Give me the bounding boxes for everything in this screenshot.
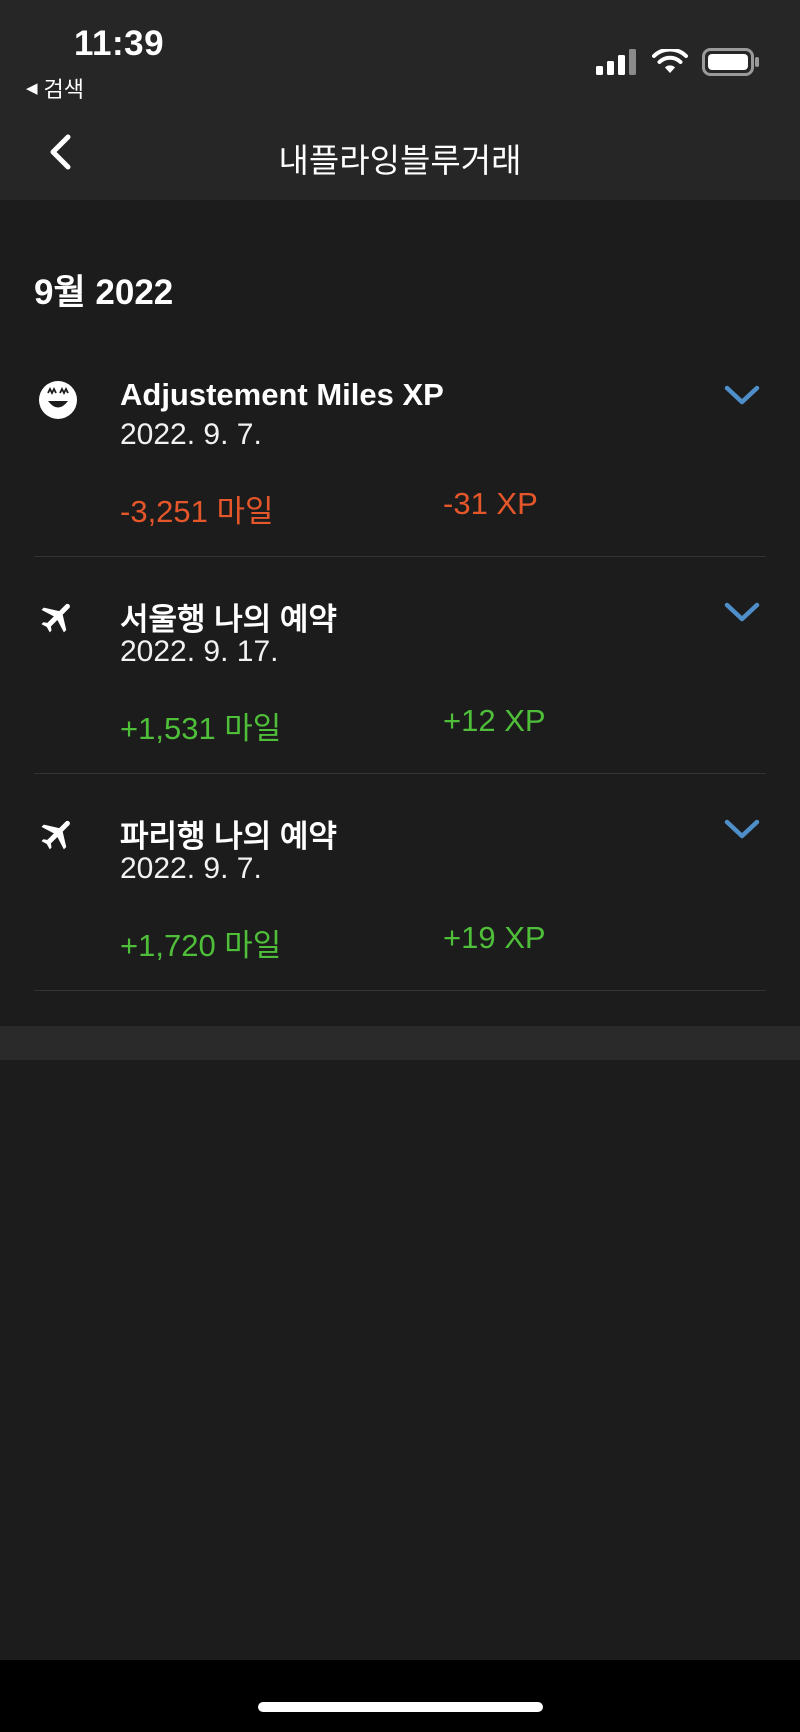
transaction-date: 2022. 9. 7.: [120, 418, 262, 451]
section-divider: [0, 1026, 800, 1060]
transaction-miles: -3,251 마일: [120, 494, 274, 529]
transaction-date: 2022. 9. 17.: [120, 635, 279, 668]
transaction-row[interactable]: 서울행 나의 예약 2022. 9. 17. +1,531 마일 +12 XP: [34, 557, 766, 774]
chevron-down-icon: [724, 819, 760, 839]
status-back-label: 검색: [43, 77, 85, 102]
transaction-row[interactable]: 파리행 나의 예약 2022. 9. 7. +1,720 마일 +19 XP: [34, 774, 766, 991]
airplane-icon: [38, 597, 78, 637]
transaction-xp: +19 XP: [443, 920, 546, 955]
transaction-title: 서울행 나의 예약: [120, 602, 337, 637]
cellular-signal-icon: [596, 49, 636, 75]
transaction-miles: +1,720 마일: [120, 928, 282, 963]
expand-button[interactable]: [722, 814, 762, 844]
battery-icon: [702, 48, 759, 76]
transaction-xp: -31 XP: [443, 486, 538, 521]
back-triangle-icon: ◀: [26, 80, 38, 97]
chevron-down-icon: [724, 385, 760, 405]
home-indicator[interactable]: [258, 1702, 543, 1712]
top-bar: 11:39 ◀ 검색 내플라잉블루거래: [0, 0, 800, 200]
navigation-bar: 내플라잉블루거래: [0, 112, 800, 192]
transaction-date: 2022. 9. 7.: [120, 852, 262, 885]
transactions-content: 9월 2022 Adjustement Miles XP 2022. 9. 7.…: [0, 200, 800, 1026]
transaction-title: Adjustement Miles XP: [120, 377, 444, 412]
status-time: 11:39: [74, 24, 165, 63]
status-back-link[interactable]: ◀ 검색: [26, 72, 84, 104]
transaction-xp: +12 XP: [443, 703, 546, 738]
wifi-icon: [652, 49, 688, 73]
page-title: 내플라잉블루거래: [278, 142, 522, 179]
bottom-bar: [0, 1660, 800, 1732]
chevron-down-icon: [724, 602, 760, 622]
status-icons: [596, 48, 760, 76]
expand-button[interactable]: [722, 597, 762, 627]
transaction-miles: +1,531 마일: [120, 711, 282, 746]
smiley-icon: [38, 380, 78, 420]
month-header: 9월 2022: [34, 273, 174, 312]
airplane-icon: [38, 814, 78, 854]
transaction-title: 파리행 나의 예약: [120, 819, 337, 854]
transaction-row[interactable]: Adjustement Miles XP 2022. 9. 7. -3,251 …: [34, 340, 766, 557]
expand-button[interactable]: [722, 380, 762, 410]
